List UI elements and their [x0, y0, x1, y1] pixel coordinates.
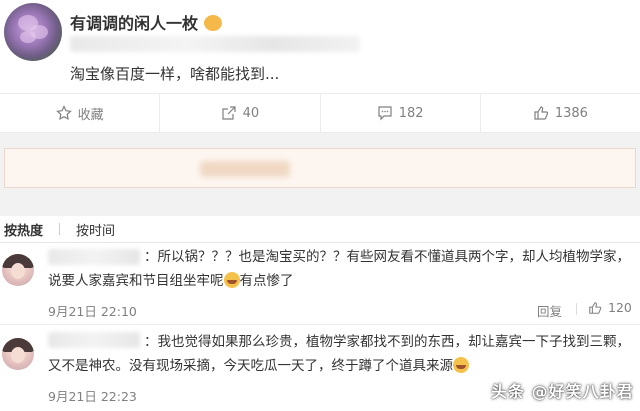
weibo-post: 有调调的闲人一枚 淘宝像百度一样，啥都能找到...: [0, 0, 640, 93]
thumbs-up-icon: [534, 106, 549, 120]
comment-input[interactable]: [4, 148, 636, 188]
share-count: 40: [242, 105, 260, 121]
comment-button[interactable]: 182: [321, 94, 481, 132]
laugh-cry-emoji-icon: [223, 272, 240, 288]
comment-like-button[interactable]: 120: [588, 300, 632, 315]
comment-line-1: ：所以锅？？？也是淘宝买的？？有些网友看不懂道具两个字，却人均植物学家，: [144, 249, 630, 265]
tab-divider: [59, 223, 61, 235]
crown-emoji-icon: [204, 15, 223, 31]
post-text-tail: 淘宝像百度一样，啥都能找到...: [70, 65, 280, 83]
laugh-cry-emoji-icon: [453, 357, 469, 373]
commenter-avatar[interactable]: [2, 254, 34, 286]
comment-timestamp: 9月21日 22:23: [48, 389, 137, 404]
share-button[interactable]: 40: [160, 94, 321, 132]
comment-line-2a: 说要人家嘉宾和节目组坐牢呢: [48, 273, 224, 289]
comment-sort-bar: 按热度 按时间: [0, 216, 640, 243]
comment-line-2: 又不是神农。没有现场采摘，今天吃瓜一天了，终于蹲了个道具来源: [48, 358, 453, 374]
comment-divider: [0, 324, 640, 325]
username-text[interactable]: 有调调的闲人一枚: [70, 14, 198, 33]
commenter-avatar[interactable]: [2, 338, 34, 370]
comment-text: ：所以锅？？？也是淘宝买的？？有些网友看不懂道具两个字，却人均植物学家， 说要人…: [48, 245, 636, 293]
action-bar: 收藏 40 182 1386: [0, 93, 640, 133]
like-button[interactable]: 1386: [481, 94, 640, 132]
reply-button[interactable]: 回复: [537, 301, 562, 320]
comment-line-2b: 有点惨了: [239, 273, 294, 289]
comment-line-1: ：我也觉得如果那么珍贵，植物学家都找不到的东西，却让嘉宾一下子找到三颗，: [144, 334, 630, 350]
favorite-label: 收藏: [77, 107, 104, 123]
comment-text: ：我也觉得如果那么珍贵，植物学家都找不到的东西，却让嘉宾一下子找到三颗， 又不是…: [48, 330, 636, 378]
comment-count: 182: [398, 105, 424, 121]
blurred-text: [70, 36, 360, 52]
post-username[interactable]: 有调调的闲人一枚: [70, 10, 223, 34]
comment-timestamp: 9月21日 22:10: [48, 304, 137, 319]
star-icon: [55, 105, 72, 121]
favorite-button[interactable]: 收藏: [0, 94, 161, 132]
tab-sort-hot[interactable]: 按热度: [0, 220, 47, 239]
tab-sort-time[interactable]: 按时间: [72, 220, 119, 239]
post-text: 淘宝像百度一样，啥都能找到...: [70, 63, 279, 84]
blurred-placeholder: [200, 161, 290, 177]
action-divider: [576, 303, 577, 315]
toutiao-watermark: 头条 @好笑八卦君: [491, 382, 634, 401]
like-count: 1386: [554, 105, 588, 121]
comment-icon: [378, 106, 392, 121]
thumbs-up-icon: [589, 301, 602, 314]
user-avatar[interactable]: [4, 3, 62, 61]
comment-like-count: 120: [608, 300, 632, 315]
share-icon: [221, 106, 236, 120]
